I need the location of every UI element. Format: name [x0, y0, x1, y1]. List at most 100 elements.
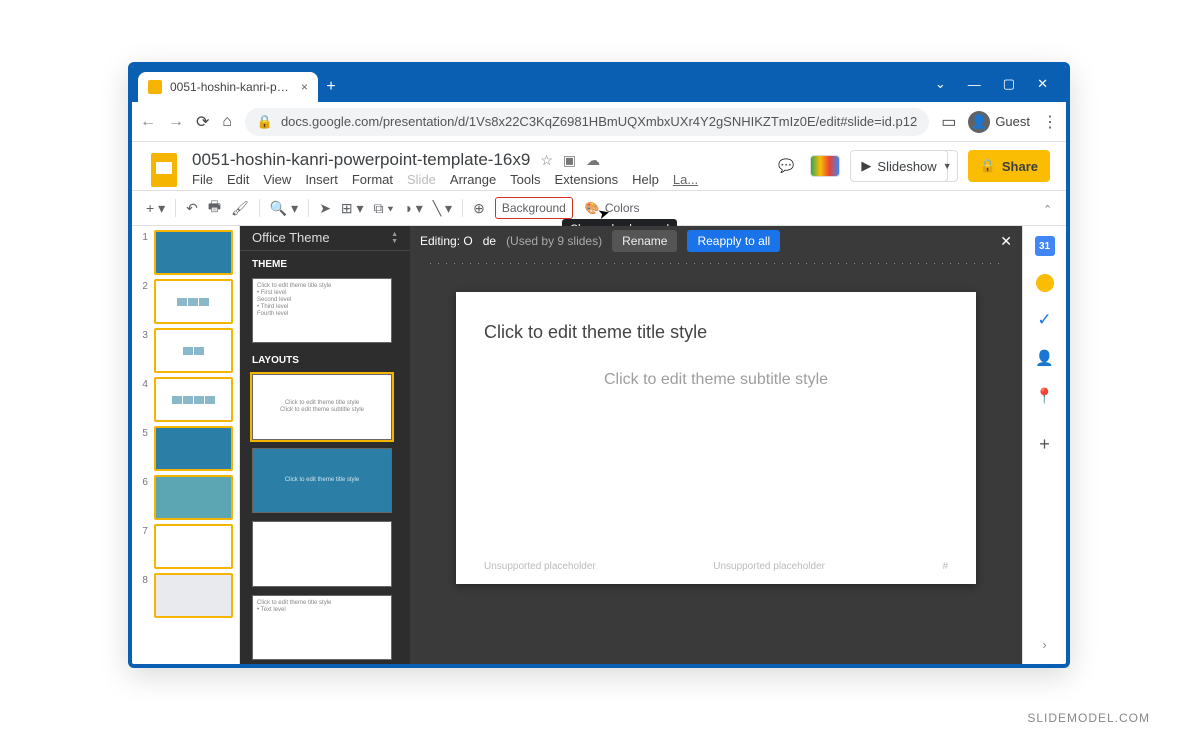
window-controls: ⌄ ― ▢ ✕ [917, 66, 1066, 102]
address-bar: ← → ⟳ ⌂ 🔒 docs.google.com/presentation/d… [132, 102, 1066, 142]
forward-button[interactable]: → [168, 113, 184, 131]
used-by-label: (Used by 9 slides) [506, 234, 602, 248]
lock-icon: 🔒 [257, 114, 273, 130]
browser-tab[interactable]: 0051-hoshin-kanri-powerpoint-t × [138, 72, 318, 102]
theme-section-label: THEME [240, 251, 410, 274]
cloud-saved-icon[interactable]: ☁ [586, 152, 600, 169]
zoom-button[interactable]: 🔍 ▾ [270, 200, 298, 217]
work-area: 1 2 3 4 5 6 7 8 Office Theme ▲▼ THEME Cl… [132, 226, 1066, 664]
reader-mode-icon[interactable]: ▭ [941, 112, 956, 132]
menu-tools[interactable]: Tools [510, 172, 540, 187]
home-button[interactable]: ⌂ [221, 113, 232, 131]
browser-window: 0051-hoshin-kanri-powerpoint-t × + ⌄ ― ▢… [128, 62, 1070, 668]
line-tool[interactable]: ╲ ▾ [433, 200, 452, 217]
slide-thumb-2[interactable] [154, 279, 233, 324]
slide-thumb-6[interactable] [154, 475, 233, 520]
menu-arrange[interactable]: Arrange [450, 172, 496, 187]
close-editor-button[interactable]: ✕ [1000, 233, 1012, 250]
contacts-icon[interactable]: 👤 [1035, 348, 1055, 368]
menu-format[interactable]: Format [352, 172, 393, 187]
editor-banner: Editing: O de (Used by 9 slides) Rename … [410, 226, 1022, 256]
new-slide-button[interactable]: + ▾ [146, 200, 165, 217]
undo-button[interactable]: ↶ [186, 200, 198, 217]
title-placeholder[interactable]: Click to edit theme title style [484, 322, 948, 343]
background-button[interactable]: Background [495, 197, 573, 219]
slide-thumb-1[interactable] [154, 230, 233, 275]
theme-switch-icon[interactable]: ▲▼ [391, 231, 398, 245]
slide-thumb-4[interactable] [154, 377, 233, 422]
reload-button[interactable]: ⟳ [196, 112, 209, 132]
comments-icon[interactable]: 💬 [772, 152, 800, 180]
select-tool[interactable]: ➤ [319, 200, 331, 217]
url-text: docs.google.com/presentation/d/1Vs8x22C3… [281, 114, 917, 129]
tasks-icon[interactable]: ✓ [1035, 310, 1055, 330]
slides-panel[interactable]: 1 2 3 4 5 6 7 8 [132, 226, 240, 664]
keep-icon[interactable] [1036, 274, 1054, 292]
app-header: 0051-hoshin-kanri-powerpoint-template-16… [132, 142, 1066, 190]
watermark: SLIDEMODEL.COM [1027, 711, 1150, 725]
slideshow-button[interactable]: ▶ Slideshow [850, 150, 947, 182]
maps-icon[interactable]: 📍 [1035, 386, 1055, 406]
doc-title[interactable]: 0051-hoshin-kanri-powerpoint-template-16… [192, 150, 530, 170]
side-rail: 31 ✓ 👤 📍 + › [1022, 226, 1066, 664]
menu-slide: Slide [407, 172, 436, 187]
guest-label: Guest [995, 114, 1030, 129]
tab-close-icon[interactable]: × [301, 80, 308, 94]
new-tab-button[interactable]: + [318, 72, 344, 102]
print-button[interactable]: 🖶 [208, 196, 221, 220]
back-button[interactable]: ← [140, 113, 156, 131]
minimize-button[interactable]: ― [968, 77, 981, 92]
slides-logo[interactable] [148, 150, 180, 190]
chevron-down-icon[interactable]: ⌄ [935, 76, 946, 92]
slides-favicon [148, 80, 162, 94]
theme-master-thumb[interactable]: Click to edit theme title style • First … [252, 278, 392, 343]
avatar-icon: 👤 [968, 111, 990, 133]
close-window-button[interactable]: ✕ [1037, 76, 1048, 92]
collapse-rail-button[interactable]: › [1035, 634, 1055, 654]
menu-extensions[interactable]: Extensions [555, 172, 619, 187]
layout-thumb-1[interactable]: Click to edit theme title style Click to… [252, 374, 392, 439]
star-icon[interactable]: ☆ [540, 152, 553, 169]
footer-right: # [942, 561, 948, 572]
paint-format-button[interactable]: 🖌 [231, 200, 249, 217]
layout-thumb-2[interactable]: Click to edit theme title style [252, 448, 392, 513]
theme-panel: Office Theme ▲▼ THEME Click to edit them… [240, 226, 410, 664]
menu-file[interactable]: File [192, 172, 213, 187]
layout-thumb-3[interactable] [252, 521, 392, 586]
reapply-button[interactable]: Reapply to all [687, 230, 780, 252]
footer-left: Unsupported placeholder [484, 561, 596, 572]
move-icon[interactable]: ▣ [563, 152, 576, 169]
image-tool[interactable]: ⧉ ▾ [374, 200, 394, 217]
menu-insert[interactable]: Insert [305, 172, 338, 187]
rename-button[interactable]: Rename [612, 230, 677, 252]
maximize-button[interactable]: ▢ [1003, 76, 1015, 92]
slide-thumb-5[interactable] [154, 426, 233, 471]
shape-tool[interactable]: ◑ ▾ [403, 200, 422, 217]
menu-help[interactable]: Help [632, 172, 659, 187]
browser-menu-icon[interactable]: ⋮ [1042, 112, 1058, 132]
slide-thumb-7[interactable] [154, 524, 233, 569]
slideshow-dropdown[interactable]: ▼ [938, 150, 958, 182]
menu-view[interactable]: View [263, 172, 291, 187]
url-field[interactable]: 🔒 docs.google.com/presentation/d/1Vs8x22… [245, 108, 929, 136]
theme-panel-title: Office Theme [252, 230, 330, 245]
slide-thumb-8[interactable] [154, 573, 233, 618]
layout-thumb-4[interactable]: Click to edit theme title style • Text l… [252, 595, 392, 660]
subtitle-placeholder[interactable]: Click to edit theme subtitle style [484, 371, 948, 389]
browser-title-bar: 0051-hoshin-kanri-powerpoint-t × + ⌄ ― ▢… [132, 66, 1066, 102]
slide-thumb-3[interactable] [154, 328, 233, 373]
horizontal-ruler[interactable] [430, 256, 1002, 272]
comment-button[interactable]: ⊕ [473, 200, 485, 217]
menu-last-edit[interactable]: La... [673, 172, 698, 187]
textbox-tool[interactable]: ⊞ ▾ [341, 200, 364, 217]
share-button[interactable]: 🔒 Share [968, 150, 1050, 182]
collapse-toolbar-button[interactable]: ⌄ [1043, 202, 1052, 215]
profile-chip[interactable]: 👤 Guest [968, 111, 1030, 133]
calendar-icon[interactable]: 31 [1035, 236, 1055, 256]
meet-button[interactable] [810, 155, 840, 177]
colors-button[interactable]: 🎨 Colors [583, 201, 642, 215]
add-on-button[interactable]: + [1035, 434, 1055, 454]
slide-canvas[interactable]: Click to edit theme title style Click to… [456, 292, 976, 584]
menu-edit[interactable]: Edit [227, 172, 249, 187]
tab-title: 0051-hoshin-kanri-powerpoint-t [170, 80, 293, 94]
